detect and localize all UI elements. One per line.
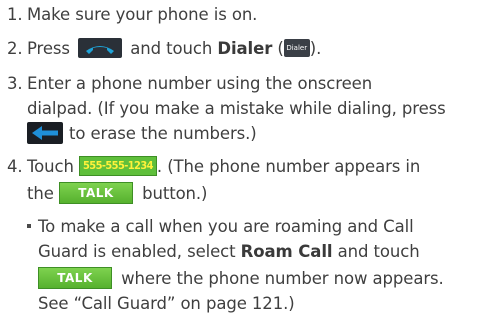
dialer-icon: Dialer	[283, 38, 310, 57]
step-text: dialpad. (If you make a mistake while di…	[27, 99, 446, 118]
phone-number-button: 555-555-1234	[79, 155, 157, 176]
step-2: 2. Press and touch Dialer (Dialer).	[7, 37, 321, 61]
step-number: 4.	[7, 157, 23, 176]
sub-bullet-line-2: Guard is enabled, select Roam Call and t…	[27, 240, 420, 264]
bullet-marker	[27, 223, 31, 228]
step-3: 3. Enter a phone number using the onscree…	[7, 72, 372, 96]
paren: ).	[309, 39, 322, 58]
bullet-text: Guard is enabled, select	[38, 242, 236, 261]
bullet-text: See “Call Guard” on page 121.)	[38, 294, 295, 313]
step-text: and touch	[130, 39, 213, 58]
step-text: the	[27, 184, 54, 203]
step-text: Make sure your phone is on.	[27, 5, 258, 24]
step-3-line-2: dialpad. (If you make a mistake while di…	[7, 97, 446, 121]
bullet-text: To make a call when you are roaming and …	[38, 217, 414, 236]
step-3-line-3: to erase the numbers.)	[7, 121, 257, 146]
phone-handset-icon	[78, 37, 123, 58]
talk-button: TALK	[58, 181, 133, 204]
sub-bullet: To make a call when you are roaming and …	[27, 215, 414, 239]
roam-call-label: Roam Call	[240, 242, 333, 261]
instruction-document: 1. Make sure your phone is on. 2. Press an…	[0, 0, 483, 318]
step-text: button.)	[142, 184, 208, 203]
step-4: 4. Touch 555-555-1234. (The phone number …	[7, 155, 420, 179]
sub-bullet-line-3: TALK where the phone number now appears.	[27, 266, 444, 291]
step-4-line-2: the TALK button.)	[7, 181, 208, 206]
step-number: 2.	[7, 39, 23, 58]
paren: (	[277, 39, 284, 58]
talk-button: TALK	[38, 266, 112, 289]
step-text: Press	[27, 39, 70, 58]
step-text: Touch	[27, 157, 74, 176]
sub-bullet-line-4: See “Call Guard” on page 121.)	[27, 292, 295, 316]
bullet-text: and touch	[337, 242, 420, 261]
step-text: to erase the numbers.)	[69, 124, 257, 143]
bullet-text: where the phone number now appears.	[121, 269, 444, 288]
step-text: Enter a phone number using the onscreen	[27, 74, 373, 93]
step-1: 1. Make sure your phone is on.	[7, 3, 257, 27]
backspace-arrow-icon	[27, 121, 63, 144]
step-number: 3.	[7, 74, 23, 93]
step-text: . (The phone number appears in	[156, 157, 421, 176]
dialer-label: Dialer	[217, 39, 273, 58]
step-number: 1.	[7, 5, 23, 24]
